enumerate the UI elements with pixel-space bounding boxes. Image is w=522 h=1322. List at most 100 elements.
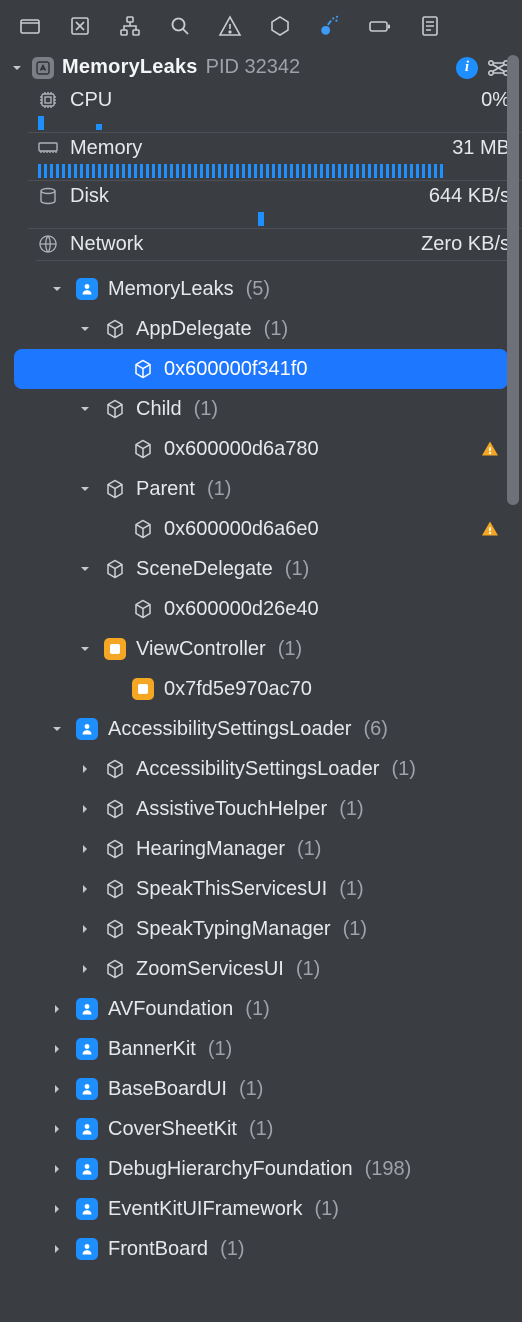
chevron-right-icon[interactable] [48, 1083, 66, 1095]
network-value: Zero KB/s [421, 233, 510, 256]
cube-icon [102, 838, 128, 860]
warning-icon [480, 519, 500, 539]
chevron-right-icon[interactable] [76, 843, 94, 855]
cube-icon [102, 398, 128, 420]
tree-count: (1) [278, 638, 302, 661]
chevron-right-icon[interactable] [48, 1123, 66, 1135]
chevron-right-icon[interactable] [48, 1163, 66, 1175]
search-icon[interactable] [162, 8, 198, 44]
tree-count: (1) [249, 1118, 273, 1141]
tree-row[interactable]: SceneDelegate(1) [0, 549, 508, 589]
tree-label: ViewController [136, 638, 266, 661]
tree-row[interactable]: SpeakThisServicesUI (1) [0, 869, 508, 909]
user-icon [74, 278, 100, 300]
tree-count: (198) [365, 1158, 412, 1181]
cpu-label: CPU [70, 89, 112, 112]
tree-row[interactable]: HearingManager(1) [0, 829, 508, 869]
cube-icon [102, 478, 128, 500]
tree-label: HearingManager [136, 838, 285, 861]
tree-row[interactable]: CoverSheetKit(1) [0, 1109, 508, 1149]
chevron-right-icon[interactable] [48, 1243, 66, 1255]
battery-icon[interactable] [362, 8, 398, 44]
cpu-gauge[interactable]: CPU 0% [28, 85, 522, 132]
tree-label: SpeakThisServicesUI [136, 878, 327, 901]
inspect-icon[interactable] [62, 8, 98, 44]
memory-bar [38, 162, 508, 178]
tree-row[interactable]: FrontBoard(1) [0, 1229, 508, 1269]
tree-row[interactable]: 0x600000d6a6e0 [0, 509, 508, 549]
tree-row[interactable]: 0x7fd5e970ac70 [0, 669, 508, 709]
debug-navigator-panel: MemoryLeaks PID 32342 i CPU 0% [0, 0, 522, 1322]
tree-row[interactable]: Parent (1) [0, 469, 508, 509]
hierarchy-icon[interactable] [112, 8, 148, 44]
tree-row[interactable]: MemoryLeaks(5) [0, 269, 508, 309]
tree-row[interactable]: AssistiveTouchHelper(1) [0, 789, 508, 829]
chevron-right-icon[interactable] [48, 1203, 66, 1215]
cpu-icon [36, 88, 60, 112]
cube-icon [130, 598, 156, 620]
warning-icon[interactable] [212, 8, 248, 44]
navigator-toolbar [0, 0, 522, 50]
tree-count: (1) [207, 478, 231, 501]
cube-icon [102, 958, 128, 980]
network-icon [36, 232, 60, 256]
chevron-down-icon[interactable] [48, 283, 66, 295]
tree-row[interactable]: AVFoundation(1) [0, 989, 508, 1029]
tree-label: ZoomServicesUI [136, 958, 284, 981]
spray-icon[interactable] [312, 8, 348, 44]
user-icon [74, 1078, 100, 1100]
chevron-down-icon[interactable] [76, 323, 94, 335]
tree-count: (1) [285, 558, 309, 581]
tree-count: (1) [339, 798, 363, 821]
tree-row[interactable]: 0x600000d6a780 [0, 429, 508, 469]
tree-row[interactable]: 0x600000d26e40 [0, 589, 508, 629]
tree-row[interactable]: 0x600000f341f0 [14, 349, 508, 389]
scrollbar-thumb[interactable] [507, 55, 519, 505]
cube-icon [102, 758, 128, 780]
tree-label: MemoryLeaks [108, 278, 234, 301]
chevron-right-icon[interactable] [48, 1003, 66, 1015]
tree-row[interactable]: AppDelegate (1) [0, 309, 508, 349]
cube-icon [102, 798, 128, 820]
chevron-right-icon[interactable] [76, 883, 94, 895]
chevron-right-icon[interactable] [48, 1043, 66, 1055]
chevron-right-icon[interactable] [76, 803, 94, 815]
chevron-down-icon[interactable] [10, 61, 24, 75]
scrollbar[interactable] [507, 55, 519, 505]
chevron-down-icon[interactable] [76, 403, 94, 415]
chevron-right-icon[interactable] [76, 963, 94, 975]
report-icon[interactable] [412, 8, 448, 44]
tree-row[interactable]: AccessibilitySettingsLoader(6) [0, 709, 508, 749]
folder-icon[interactable] [12, 8, 48, 44]
info-icon[interactable]: i [456, 57, 478, 79]
memory-gauge[interactable]: Memory 31 MB [28, 132, 522, 180]
chevron-down-icon[interactable] [76, 563, 94, 575]
breakpoint-icon[interactable] [262, 8, 298, 44]
tree-label: DebugHierarchyFoundation [108, 1158, 353, 1181]
chevron-down-icon[interactable] [76, 483, 94, 495]
chevron-right-icon[interactable] [76, 763, 94, 775]
tree-count: (1) [264, 318, 288, 341]
network-gauge[interactable]: Network Zero KB/s [28, 228, 522, 258]
tree-count: (1) [194, 398, 218, 421]
tree-row[interactable]: AccessibilitySettingsLoader(1) [0, 749, 508, 789]
chevron-down-icon[interactable] [48, 723, 66, 735]
tree-row[interactable]: DebugHierarchyFoundation (198) [0, 1149, 508, 1189]
tree-count: (1) [339, 878, 363, 901]
tree-row[interactable]: SpeakTypingManager(1) [0, 909, 508, 949]
tree-row[interactable]: BannerKit(1) [0, 1029, 508, 1069]
tree-row[interactable]: Child(1) [0, 389, 508, 429]
process-header[interactable]: MemoryLeaks PID 32342 i [0, 50, 522, 85]
tree-row[interactable]: EventKitUIFramework(1) [0, 1189, 508, 1229]
tree-count: (6) [363, 718, 387, 741]
tree-row[interactable]: ZoomServicesUI(1) [0, 949, 508, 989]
chevron-down-icon[interactable] [76, 643, 94, 655]
tree-count: (1) [208, 1038, 232, 1061]
tree-row[interactable]: ViewController (1) [0, 629, 508, 669]
tree-label: Parent [136, 478, 195, 501]
disk-gauge[interactable]: Disk 644 KB/s [28, 180, 522, 228]
tree-row[interactable]: BaseBoardUI(1) [0, 1069, 508, 1109]
square-icon [102, 638, 128, 660]
chevron-right-icon[interactable] [76, 923, 94, 935]
tree-label: AppDelegate [136, 318, 252, 341]
